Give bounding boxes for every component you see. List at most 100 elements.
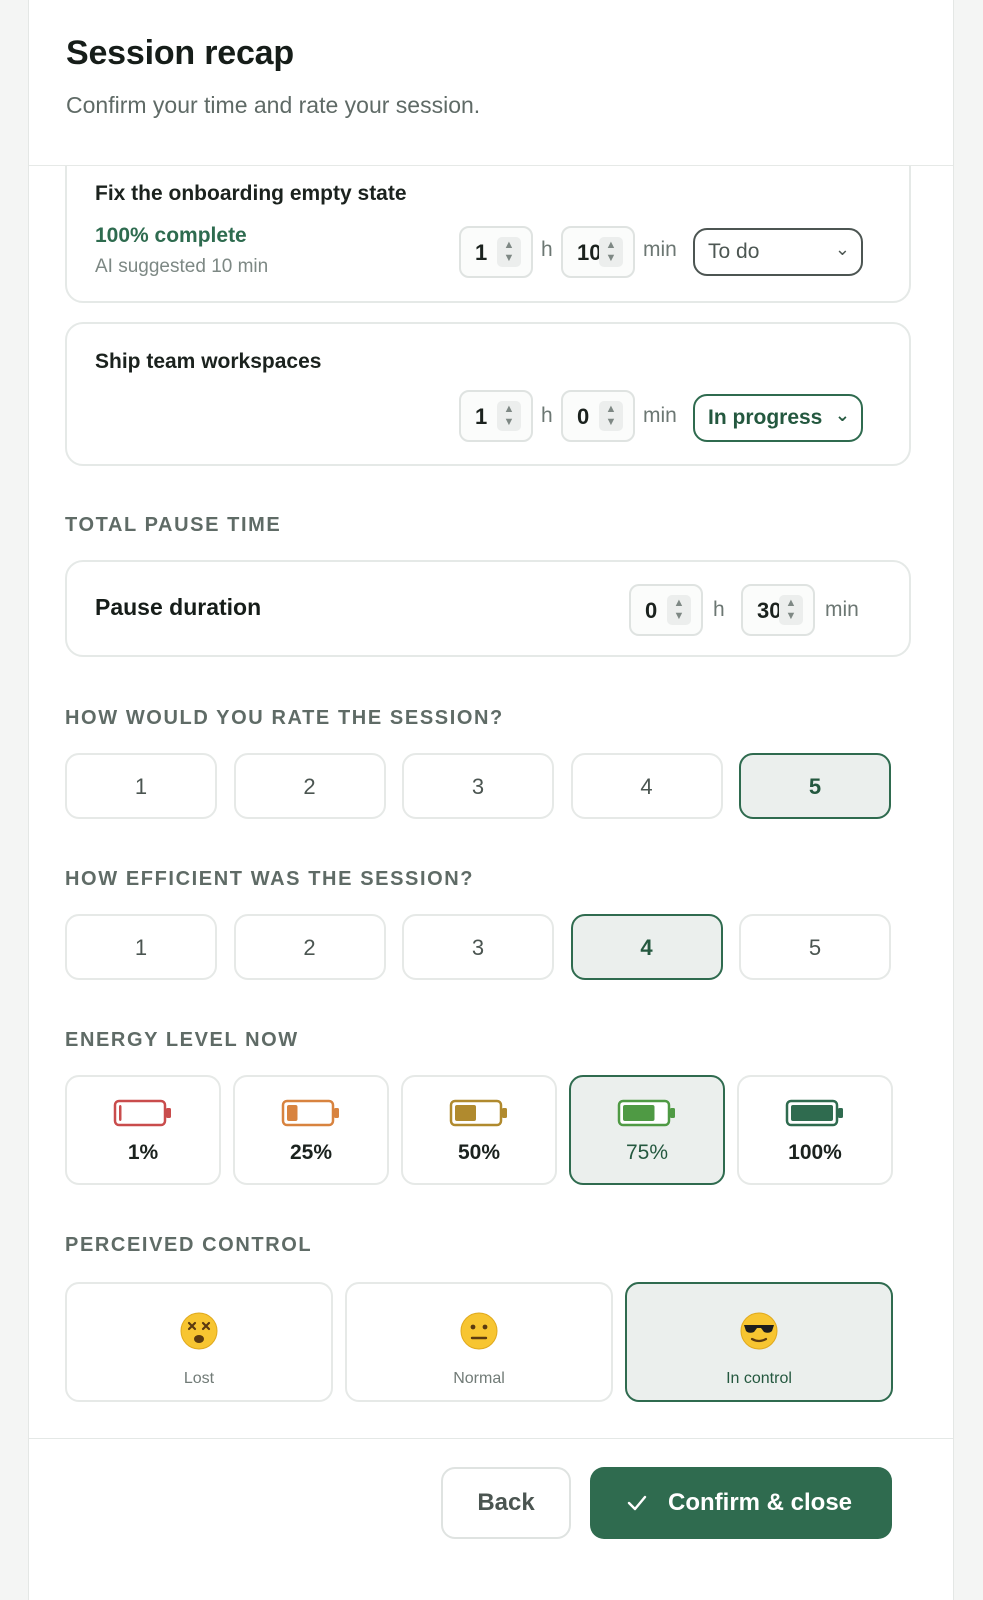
energy-option-100pct[interactable]: 100% [737, 1075, 893, 1185]
sunglasses-face-icon [740, 1312, 778, 1350]
battery-icon [785, 1099, 843, 1127]
spinner-icon[interactable]: ▲ ▼ [599, 401, 623, 431]
option-label: 5 [808, 774, 822, 799]
option-label: 4 [640, 774, 653, 799]
minutes-value: 30 [757, 598, 781, 623]
battery-icon [113, 1099, 171, 1127]
confirm-label: Confirm & close [668, 1489, 853, 1516]
battery-icon [281, 1099, 339, 1127]
efficiency-option-2[interactable]: 2 [233, 914, 386, 980]
battery-fill [287, 1105, 298, 1121]
rating-option-1[interactable]: 1 [65, 753, 217, 819]
rating-option-3[interactable]: 3 [402, 753, 554, 819]
status-value: In progress [708, 406, 823, 429]
option-label: 5 [808, 935, 822, 960]
modal-header: Session recap Confirm your time and rate… [29, 0, 953, 166]
status-value: To do [708, 240, 760, 263]
efficiency-option-3[interactable]: 3 [402, 914, 554, 980]
option-label: 2 [303, 935, 316, 960]
pause-label: Pause duration [95, 594, 262, 620]
task-title: Ship team workspaces [95, 350, 322, 373]
efficiency-option-1[interactable]: 1 [65, 914, 217, 980]
control-label: Lost [183, 1370, 215, 1387]
battery-fill [455, 1105, 476, 1121]
page-title: Session recap [66, 34, 294, 72]
battery-icon [617, 1099, 675, 1127]
neutral-face-icon [460, 1312, 498, 1350]
option-label: 1 [134, 774, 148, 799]
pause-card: Pause duration 0 ▲ ▼ h 30 ▲ ▼ min [65, 560, 911, 657]
spinner-icon[interactable]: ▲ ▼ [497, 401, 521, 431]
section-label-rating: HOW WOULD YOU RATE THE SESSION? [65, 707, 504, 729]
hours-unit: h [541, 404, 553, 427]
pause-minutes-stepper[interactable]: 30 ▲ ▼ [741, 584, 815, 636]
spinner-icon[interactable]: ▲ ▼ [667, 595, 691, 625]
minutes-unit: min [643, 238, 677, 261]
option-label: 4 [640, 935, 653, 960]
energy-label: 1% [127, 1141, 159, 1164]
option-label: 2 [303, 774, 316, 799]
hours-unit: h [541, 238, 553, 261]
battery-icon [449, 1099, 507, 1127]
session-recap-modal: Session recap Confirm your time and rate… [28, 0, 954, 1600]
control-option-in-control[interactable]: In control [625, 1282, 893, 1402]
option-label: 1 [134, 935, 148, 960]
back-button[interactable]: Back [441, 1467, 571, 1539]
footer-divider [29, 1438, 953, 1439]
energy-option-1pct[interactable]: 1% [65, 1075, 221, 1185]
rating-option-2[interactable]: 2 [233, 753, 386, 819]
energy-label: 50% [457, 1141, 501, 1164]
pause-hours-stepper[interactable]: 0 ▲ ▼ [629, 584, 703, 636]
page-subtitle: Confirm your time and rate your session. [66, 92, 481, 118]
efficiency-option-4[interactable]: 4 [570, 914, 723, 980]
option-label: 3 [471, 774, 485, 799]
spinner-icon[interactable]: ▲ ▼ [779, 595, 803, 625]
rating-option-5[interactable]: 5 [739, 753, 891, 819]
energy-option-75pct[interactable]: 75% [569, 1075, 725, 1185]
minutes-unit: min [643, 404, 677, 427]
energy-label: 100% [788, 1141, 842, 1164]
energy-option-50pct[interactable]: 50% [401, 1075, 557, 1185]
task-status-select[interactable]: To do ⌄ [693, 228, 863, 276]
section-label-control: PERCEIVED CONTROL [65, 1234, 313, 1256]
minutes-value: 10 [577, 240, 602, 265]
control-option-normal[interactable]: Normal [345, 1282, 613, 1402]
energy-option-25pct[interactable]: 25% [233, 1075, 389, 1185]
task-minutes-stepper[interactable]: 10 ▲ ▼ [561, 226, 635, 278]
section-label-efficiency: HOW EFFICIENT WAS THE SESSION? [65, 868, 475, 890]
task-card-workspaces: Ship team workspaces 1 ▲ ▼ h 0 ▲ ▼ min In … [65, 322, 911, 466]
task-hours-stepper[interactable]: 1 ▲ ▼ [459, 390, 533, 442]
battery-fill [623, 1105, 655, 1121]
chevron-down-icon: ⌄ [834, 405, 850, 425]
ai-suggestion: AI suggested 10 min [95, 256, 269, 277]
battery-fill [119, 1105, 122, 1121]
task-status-select[interactable]: In progress ⌄ [693, 394, 863, 442]
task-hours-stepper[interactable]: 1 ▲ ▼ [459, 226, 533, 278]
control-option-lost[interactable]: Lost [65, 1282, 333, 1402]
hours-unit: h [713, 598, 725, 621]
energy-label: 25% [289, 1141, 333, 1164]
dizzy-face-icon [180, 1312, 218, 1350]
rating-option-4[interactable]: 4 [570, 753, 723, 819]
minutes-value: 0 [577, 404, 590, 429]
option-label: 3 [471, 935, 485, 960]
section-label-pause: TOTAL PAUSE TIME [65, 514, 282, 536]
control-label: In control [726, 1370, 792, 1387]
control-label: Normal [453, 1370, 505, 1387]
hours-value: 0 [645, 598, 658, 623]
task-minutes-stepper[interactable]: 0 ▲ ▼ [561, 390, 635, 442]
minutes-unit: min [825, 598, 859, 621]
task-progress: 100% complete [95, 224, 247, 247]
hours-value: 1 [475, 240, 488, 265]
check-icon [627, 1495, 647, 1511]
hours-value: 1 [475, 404, 488, 429]
confirm-close-button[interactable]: Confirm & close [590, 1467, 892, 1539]
efficiency-option-5[interactable]: 5 [739, 914, 891, 980]
section-label-energy: ENERGY LEVEL NOW [65, 1029, 299, 1051]
battery-fill [791, 1105, 833, 1121]
task-title: Fix the onboarding empty state [95, 182, 407, 205]
spinner-icon[interactable]: ▲ ▼ [497, 237, 521, 267]
energy-label: 75% [625, 1141, 669, 1164]
spinner-icon[interactable]: ▲ ▼ [599, 237, 623, 267]
chevron-down-icon: ⌄ [834, 239, 850, 259]
